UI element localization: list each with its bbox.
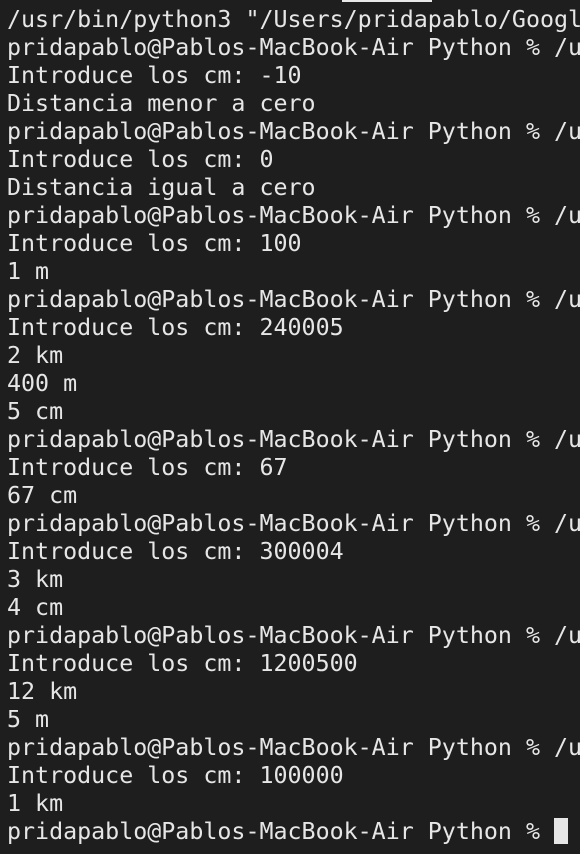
terminal-line: Introduce los cm: -10: [7, 62, 302, 89]
terminal-line: /usr/bin/python3 "/Users/pridapablo/Goog…: [7, 6, 580, 33]
terminal-line: 400 m: [7, 370, 78, 397]
terminal-line: pridapablo@Pablos-MacBook-Air Python % /…: [7, 622, 580, 649]
terminal-line: 1 km: [7, 790, 64, 817]
prompt-text: pridapablo@Pablos-MacBook-Air Python %: [7, 818, 555, 845]
terminal-line: Distancia igual a cero: [7, 174, 316, 201]
terminal-line: 4 cm: [7, 594, 64, 621]
terminal-line: Introduce los cm: 100000: [7, 762, 344, 789]
terminal-line: pridapablo@Pablos-MacBook-Air Python % /…: [7, 510, 580, 537]
terminal-line: 3 km: [7, 566, 64, 593]
terminal-line: Introduce los cm: 240005: [7, 314, 344, 341]
terminal-line: 5 cm: [7, 398, 64, 425]
terminal-line: pridapablo@Pablos-MacBook-Air Python % /…: [7, 426, 580, 453]
terminal-line: 67 cm: [7, 482, 78, 509]
terminal-line: 12 km: [7, 678, 78, 705]
text-cursor: [554, 818, 569, 844]
terminal-line: 2 km: [7, 342, 64, 369]
terminal-line: 5 m: [7, 706, 50, 733]
terminal-line: pridapablo@Pablos-MacBook-Air Python % /…: [7, 734, 580, 761]
window-top-accent: [342, 0, 432, 2]
terminal-output: /usr/bin/python3 "/Users/pridapablo/Goog…: [0, 6, 580, 846]
terminal-line: 1 m: [7, 258, 50, 285]
terminal-line: pridapablo@Pablos-MacBook-Air Python % /…: [7, 202, 580, 229]
terminal-line: Introduce los cm: 0: [7, 146, 274, 173]
terminal-line: Introduce los cm: 1200500: [7, 650, 358, 677]
terminal-line: pridapablo@Pablos-MacBook-Air Python % /…: [7, 286, 580, 313]
terminal-line: Distancia menor a cero: [7, 90, 316, 117]
terminal-input-line[interactable]: pridapablo@Pablos-MacBook-Air Python %: [7, 818, 580, 846]
terminal-line: pridapablo@Pablos-MacBook-Air Python % /…: [7, 118, 580, 145]
terminal-line: Introduce los cm: 300004: [7, 538, 344, 565]
terminal-window[interactable]: /usr/bin/python3 "/Users/pridapablo/Goog…: [0, 0, 580, 854]
terminal-line: Introduce los cm: 67: [7, 454, 288, 481]
terminal-line: pridapablo@Pablos-MacBook-Air Python % /…: [7, 34, 580, 61]
terminal-line: Introduce los cm: 100: [7, 230, 302, 257]
